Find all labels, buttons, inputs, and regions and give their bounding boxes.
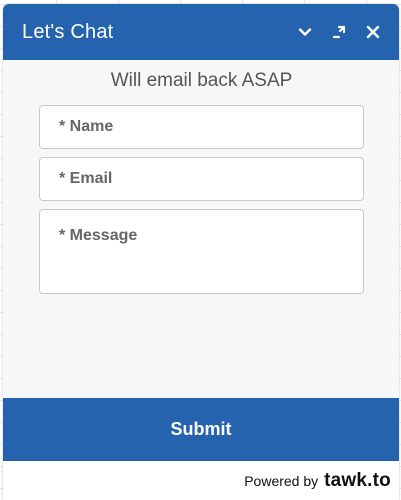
submit-button[interactable]: Submit [3, 398, 399, 461]
popout-icon[interactable] [327, 20, 351, 44]
chat-header: Let's Chat [3, 4, 399, 60]
email-placeholder: * Email [59, 170, 113, 187]
name-field[interactable]: * Name [39, 105, 364, 149]
message-placeholder: * Message [59, 227, 138, 244]
email-field[interactable]: * Email [39, 157, 364, 201]
message-field[interactable]: * Message [39, 209, 364, 294]
brand-logo[interactable]: tawk.to [324, 470, 391, 492]
header-actions [293, 20, 385, 44]
form-body: Will email back ASAP * Name * Email * Me… [3, 60, 399, 294]
footer: Powered by tawk.to [3, 461, 399, 500]
chat-widget: Let's Chat Will email back ASAP * Name *… [3, 4, 399, 500]
form-subtitle: Will email back ASAP [110, 70, 293, 91]
close-icon[interactable] [361, 20, 385, 44]
powered-by-label: Powered by [244, 472, 319, 489]
name-placeholder: * Name [59, 118, 114, 135]
chevron-down-icon[interactable] [293, 20, 317, 44]
chat-title: Let's Chat [22, 20, 114, 43]
